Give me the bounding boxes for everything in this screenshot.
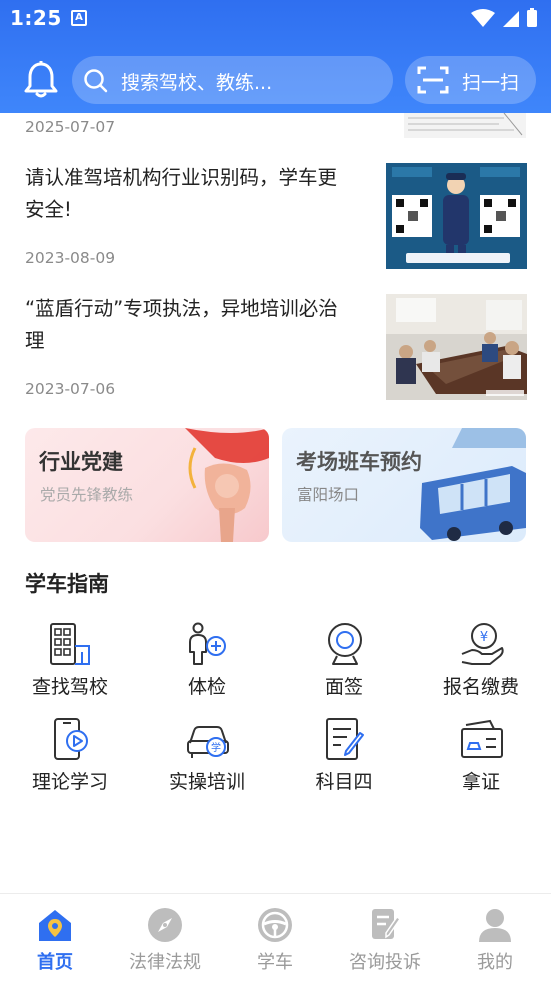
bottom-nav: 首页 法律法规 学车 咨询投诉 我的 <box>0 893 551 981</box>
qr-poster-image[interactable] <box>386 163 527 269</box>
guide-item-license[interactable]: 拿证 <box>421 717 541 803</box>
school-building-icon <box>50 623 90 665</box>
guide-item-find-school[interactable]: 查找驾校 <box>10 622 130 708</box>
nav-learn-driving[interactable]: 学车 <box>220 894 330 981</box>
guide-item-label: 科目四 <box>315 771 373 793</box>
guide-item-payment[interactable]: ¥ 报名缴费 <box>421 622 541 708</box>
news-date: 2023-08-09 <box>25 249 116 267</box>
medical-check-icon <box>189 622 226 665</box>
nav-laws[interactable]: 法律法规 <box>110 894 220 981</box>
compass-icon <box>148 908 182 942</box>
exam-paper-icon <box>326 718 364 760</box>
news-date: 2023-07-06 <box>25 380 116 398</box>
user-icon <box>479 909 511 942</box>
status-bar: 1:25 A <box>0 0 551 38</box>
notification-a-icon: A <box>71 10 87 26</box>
news-date-partial: 2025-07-07 <box>25 118 116 136</box>
banner-subtitle: 党员先锋教练 <box>40 486 134 504</box>
search-placeholder: 搜索驾校、教练... <box>121 72 273 94</box>
nav-label: 学车 <box>257 952 293 973</box>
complaint-icon <box>372 909 402 939</box>
bell-icon[interactable] <box>22 60 60 100</box>
battery-icon <box>527 10 537 27</box>
nav-label: 我的 <box>477 952 513 973</box>
news-title[interactable]: “蓝盾行动”专项执法，异地培训必治理 <box>25 293 355 357</box>
nav-mine[interactable]: 我的 <box>440 894 550 981</box>
news-title[interactable]: 请认准驾培机构行业识别码，学车更安全! <box>25 162 355 226</box>
svg-text:¥: ¥ <box>480 630 488 645</box>
car-training-icon: 学 <box>187 726 229 758</box>
license-icon <box>461 719 503 758</box>
scan-button[interactable]: 扫一扫 <box>405 56 536 104</box>
guide-item-label: 实操培训 <box>168 771 245 793</box>
search-bar[interactable]: 搜索驾校、教练... <box>72 56 393 104</box>
nav-consult[interactable]: 咨询投诉 <box>330 894 440 981</box>
party-building-banner[interactable]: 行业党建 党员先锋教练 <box>25 428 269 542</box>
banner-subtitle: 富阳场口 <box>297 486 360 504</box>
meeting-photo[interactable] <box>386 294 527 400</box>
svg-text:学: 学 <box>211 741 221 754</box>
scan-label: 扫一扫 <box>462 72 520 94</box>
home-icon <box>39 910 71 941</box>
video-phone-icon <box>54 718 88 760</box>
status-time: 1:25 <box>10 6 62 30</box>
camera-icon <box>328 623 362 665</box>
banner-title: 行业党建 <box>39 450 123 474</box>
guide-item-interview[interactable]: 面签 <box>284 622 404 708</box>
nav-label: 首页 <box>37 952 73 973</box>
app-screen: 1:25 A 搜索驾校、教练... 扫一扫 2025-07-07 请认准驾培机构… <box>0 0 551 981</box>
guide-item-label: 查找驾校 <box>31 676 108 698</box>
guide-item-subject-four[interactable]: 科目四 <box>284 717 404 803</box>
guide-item-label: 报名缴费 <box>442 676 519 698</box>
nav-label: 咨询投诉 <box>349 952 421 973</box>
nav-home[interactable]: 首页 <box>0 894 110 981</box>
guide-item-theory[interactable]: 理论学习 <box>10 717 130 803</box>
party-torch-illustration <box>185 428 269 542</box>
guide-item-label: 理论学习 <box>31 771 108 793</box>
guide-item-medical[interactable]: 体检 <box>147 622 267 708</box>
wifi-icon <box>471 9 495 27</box>
banner-title: 考场班车预约 <box>296 450 422 474</box>
news-thumbnail-partial[interactable] <box>404 113 526 138</box>
search-icon <box>84 69 108 93</box>
guide-item-label: 面签 <box>324 676 363 698</box>
scan-icon <box>417 66 449 94</box>
top-header: 1:25 A 搜索驾校、教练... 扫一扫 <box>0 0 551 113</box>
nav-label: 法律法规 <box>129 952 201 973</box>
guide-item-label: 体检 <box>187 676 226 698</box>
payment-icon: ¥ <box>461 623 504 665</box>
signal-icon <box>503 11 519 27</box>
guide-section-title: 学车指南 <box>25 572 109 596</box>
guide-item-label: 拿证 <box>461 771 500 793</box>
steering-wheel-icon <box>258 908 292 942</box>
guide-item-practice[interactable]: 学 实操培训 <box>147 717 267 803</box>
status-icons <box>471 8 537 27</box>
exam-shuttle-banner[interactable]: 考场班车预约 富阳场口 <box>282 428 526 542</box>
